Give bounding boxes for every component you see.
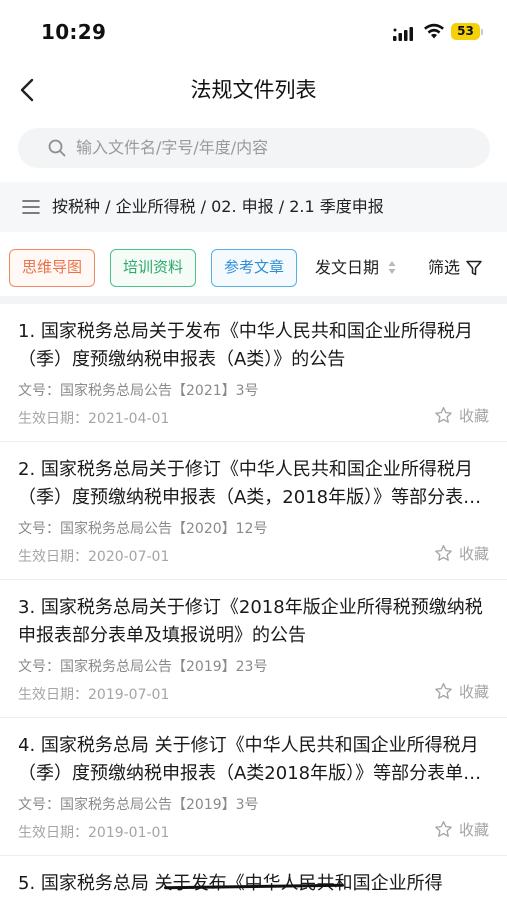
document-title[interactable]: 2. 国家税务总局关于修订《中华人民共和国企业所得税月（季）度预缴纳税申报表（A…	[18, 456, 490, 512]
filter-button[interactable]: 筛选	[428, 249, 460, 287]
sort-by-date-button[interactable]: 发文日期	[315, 249, 379, 287]
document-title[interactable]: 1. 国家税务总局关于发布《中华人民共和国企业所得税月（季）度预缴纳税申报表（A…	[18, 318, 490, 374]
effective-date: 生效日期：2019-07-01	[18, 687, 170, 703]
section-divider	[0, 296, 507, 304]
favorite-label: 收藏	[459, 821, 490, 839]
reference-articles-button[interactable]: 参考文章	[211, 249, 297, 287]
training-materials-button[interactable]: 培训资料	[110, 249, 196, 287]
document-number: 文号：国家税务总局公告【2020】12号	[18, 521, 268, 537]
battery-level: 53	[457, 24, 474, 38]
search-icon	[48, 139, 66, 157]
favorite-label: 收藏	[459, 407, 490, 425]
list-item[interactable]: 5. 国家税务总局 关于发布《中华人民共和国企业所得	[0, 856, 507, 900]
filter-icon[interactable]	[466, 260, 482, 276]
list-item[interactable]: 2. 国家税务总局关于修订《中华人民共和国企业所得税月（季）度预缴纳税申报表（A…	[0, 442, 507, 580]
document-number: 文号：国家税务总局公告【2019】23号	[18, 659, 268, 675]
cellular-signal-icon	[393, 27, 413, 41]
list-item[interactable]: 4. 国家税务总局 关于修订《中华人民共和国企业所得税月（季）度预缴纳税申报表（…	[0, 718, 507, 856]
menu-icon	[22, 200, 40, 214]
status-bar: 10:29 53	[0, 0, 507, 62]
document-number: 文号：国家税务总局公告【2019】3号	[18, 797, 259, 813]
star-icon	[435, 683, 452, 699]
document-title[interactable]: 3. 国家税务总局关于修订《2018年版企业所得税预缴纳税申报表部分表单及填报说…	[18, 594, 490, 650]
star-icon	[435, 821, 452, 837]
favorite-label: 收藏	[459, 545, 490, 563]
search-placeholder: 输入文件名/字号/年度/内容	[76, 138, 269, 157]
breadcrumb[interactable]: 按税种 / 企业所得税 / 02. 申报 / 2.1 季度申报	[0, 182, 507, 232]
wifi-icon	[424, 23, 444, 39]
status-time: 10:29	[41, 20, 107, 44]
breadcrumb-path: 按税种 / 企业所得税 / 02. 申报 / 2.1 季度申报	[52, 197, 384, 216]
effective-date: 生效日期：2021-04-01	[18, 411, 170, 427]
effective-date: 生效日期：2020-07-01	[18, 549, 170, 565]
battery-cap	[481, 29, 483, 35]
favorite-label: 收藏	[459, 683, 490, 701]
filter-row: 思维导图 培训资料 参考文章 发文日期 筛选	[0, 240, 507, 296]
list-item[interactable]: 3. 国家税务总局关于修订《2018年版企业所得税预缴纳税申报表部分表单及填报说…	[0, 580, 507, 718]
star-icon	[435, 545, 452, 561]
document-title[interactable]: 4. 国家税务总局 关于修订《中华人民共和国企业所得税月（季）度预缴纳税申报表（…	[18, 732, 490, 788]
list-item[interactable]: 1. 国家税务总局关于发布《中华人民共和国企业所得税月（季）度预缴纳税申报表（A…	[0, 304, 507, 442]
battery-indicator: 53	[451, 23, 483, 40]
sort-icon	[388, 261, 396, 274]
mind-map-button[interactable]: 思维导图	[9, 249, 95, 287]
effective-date: 生效日期：2019-01-01	[18, 825, 170, 841]
favorite-button[interactable]: 收藏	[434, 819, 494, 841]
document-number: 文号：国家税务总局公告【2021】3号	[18, 383, 259, 399]
favorite-button[interactable]: 收藏	[434, 405, 494, 427]
favorite-button[interactable]: 收藏	[434, 681, 494, 703]
search-input[interactable]: 输入文件名/字号/年度/内容	[18, 128, 490, 168]
page-title: 法规文件列表	[190, 78, 317, 102]
favorite-button[interactable]: 收藏	[434, 543, 494, 565]
document-list: 1. 国家税务总局关于发布《中华人民共和国企业所得税月（季）度预缴纳税申报表（A…	[0, 304, 507, 856]
star-icon	[435, 407, 452, 423]
back-button[interactable]	[16, 76, 40, 104]
